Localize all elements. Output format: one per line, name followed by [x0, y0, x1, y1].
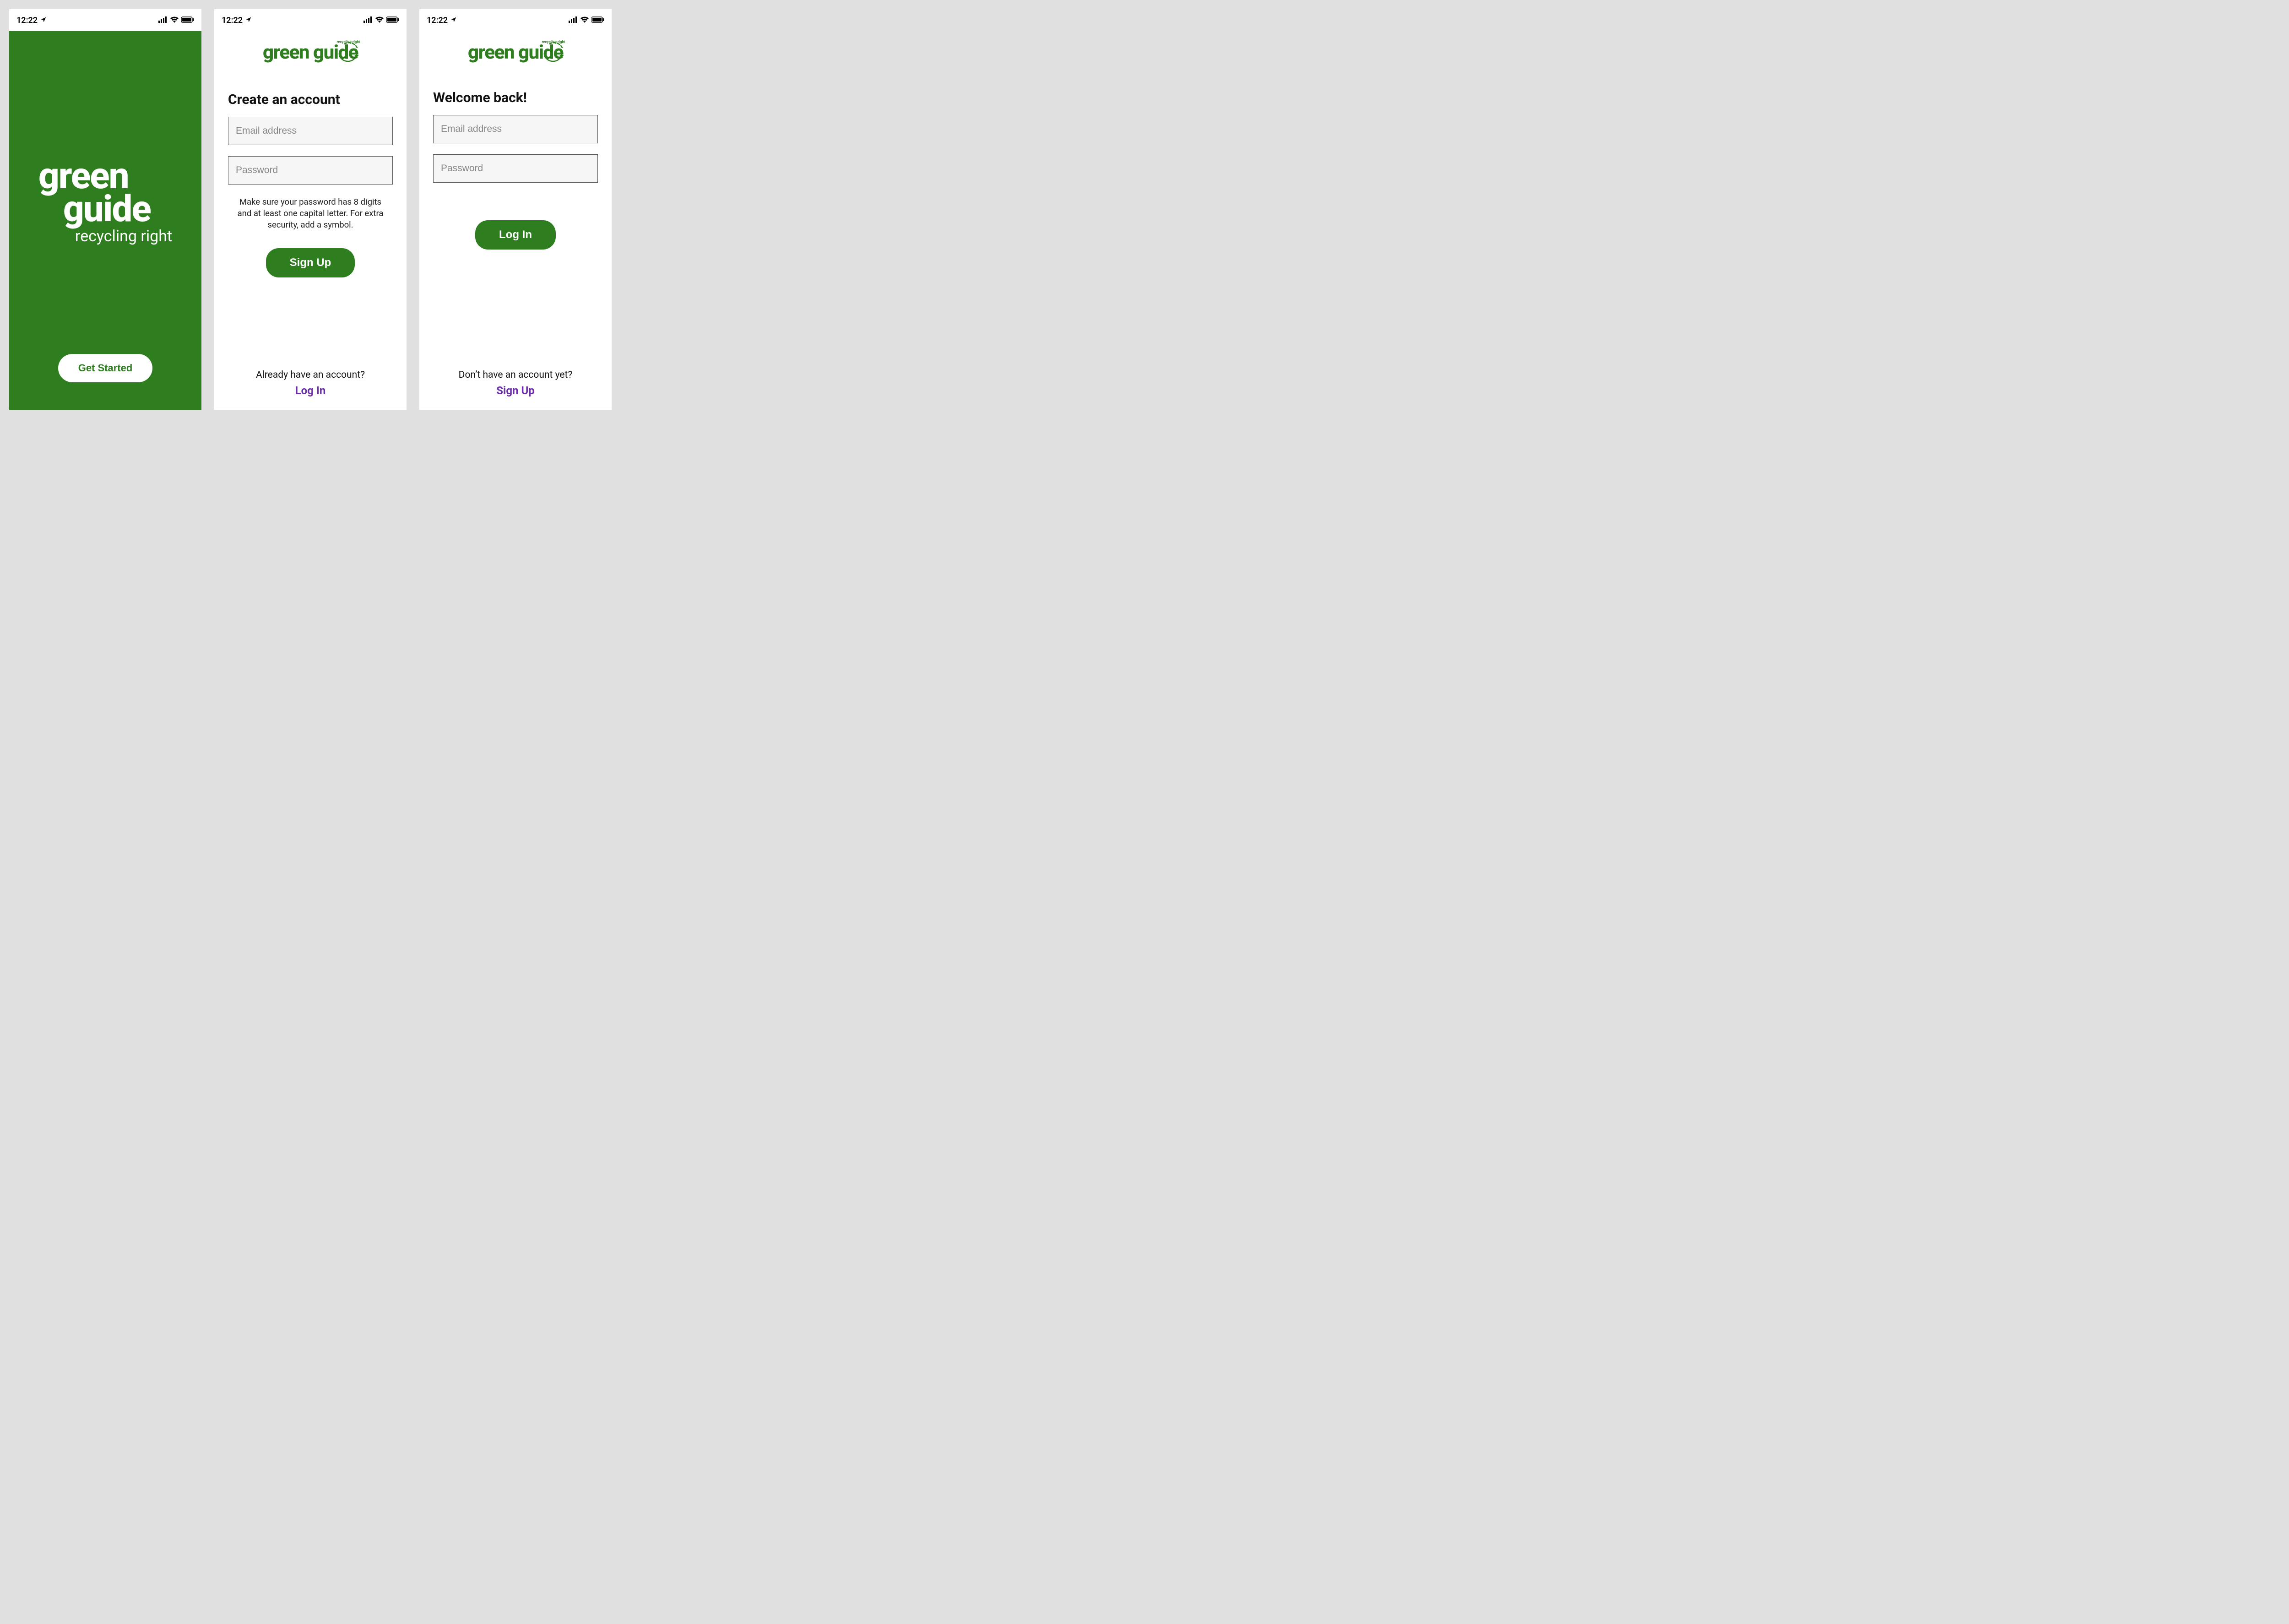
location-icon — [40, 16, 47, 25]
wifi-icon — [580, 16, 589, 25]
status-time: 12:22 — [222, 16, 243, 25]
cellular-icon — [363, 16, 373, 25]
splash-screen: 12:22 green guide recycling right Get St… — [9, 9, 201, 410]
signup-heading: Create an account — [228, 92, 393, 108]
alt-prompt-text: Already have an account? — [214, 369, 407, 380]
password-field[interactable] — [228, 156, 393, 185]
signup-link[interactable]: Sign Up — [496, 384, 535, 397]
email-field[interactable] — [228, 117, 393, 145]
signup-button[interactable]: Sign Up — [266, 248, 355, 277]
brand-logo-small: green guide recycling right — [263, 43, 358, 62]
status-time: 12:22 — [427, 16, 448, 25]
status-bar: 12:22 — [214, 9, 407, 31]
signup-screen: 12:22 green guide — [214, 9, 407, 410]
location-icon — [245, 16, 252, 25]
status-time: 12:22 — [16, 16, 38, 25]
status-bar: 12:22 — [9, 9, 201, 31]
login-screen: 12:22 green guide — [419, 9, 612, 410]
brand-logo-small: green guide recycling right — [468, 43, 563, 62]
recycle-swirl-icon: recycling right — [540, 38, 567, 67]
login-button[interactable]: Log In — [475, 220, 556, 250]
login-heading: Welcome back! — [433, 90, 598, 106]
email-field[interactable] — [433, 115, 598, 143]
get-started-button[interactable]: Get Started — [58, 354, 153, 382]
password-field[interactable] — [433, 154, 598, 183]
battery-icon — [386, 16, 399, 25]
logo-badge-text: recycling right — [336, 40, 360, 44]
password-hint: Make sure your password has 8 digits and… — [228, 196, 393, 231]
brand-word-2: guide — [63, 192, 172, 225]
login-link[interactable]: Log In — [295, 384, 326, 397]
brand-tagline: recycling right — [75, 227, 172, 245]
logo-badge-text: recycling right — [542, 40, 565, 44]
recycle-swirl-icon: recycling right — [335, 38, 362, 67]
cellular-icon — [569, 16, 578, 25]
brand-logo: green guide recycling right — [38, 159, 172, 245]
splash-body: green guide recycling right Get Started — [9, 31, 201, 410]
wifi-icon — [170, 16, 179, 25]
location-icon — [450, 16, 457, 25]
battery-icon — [181, 16, 194, 25]
wifi-icon — [375, 16, 384, 25]
alt-prompt-text: Don’t have an account yet? — [419, 369, 612, 380]
cellular-icon — [158, 16, 168, 25]
status-bar: 12:22 — [419, 9, 612, 31]
battery-icon — [591, 16, 604, 25]
